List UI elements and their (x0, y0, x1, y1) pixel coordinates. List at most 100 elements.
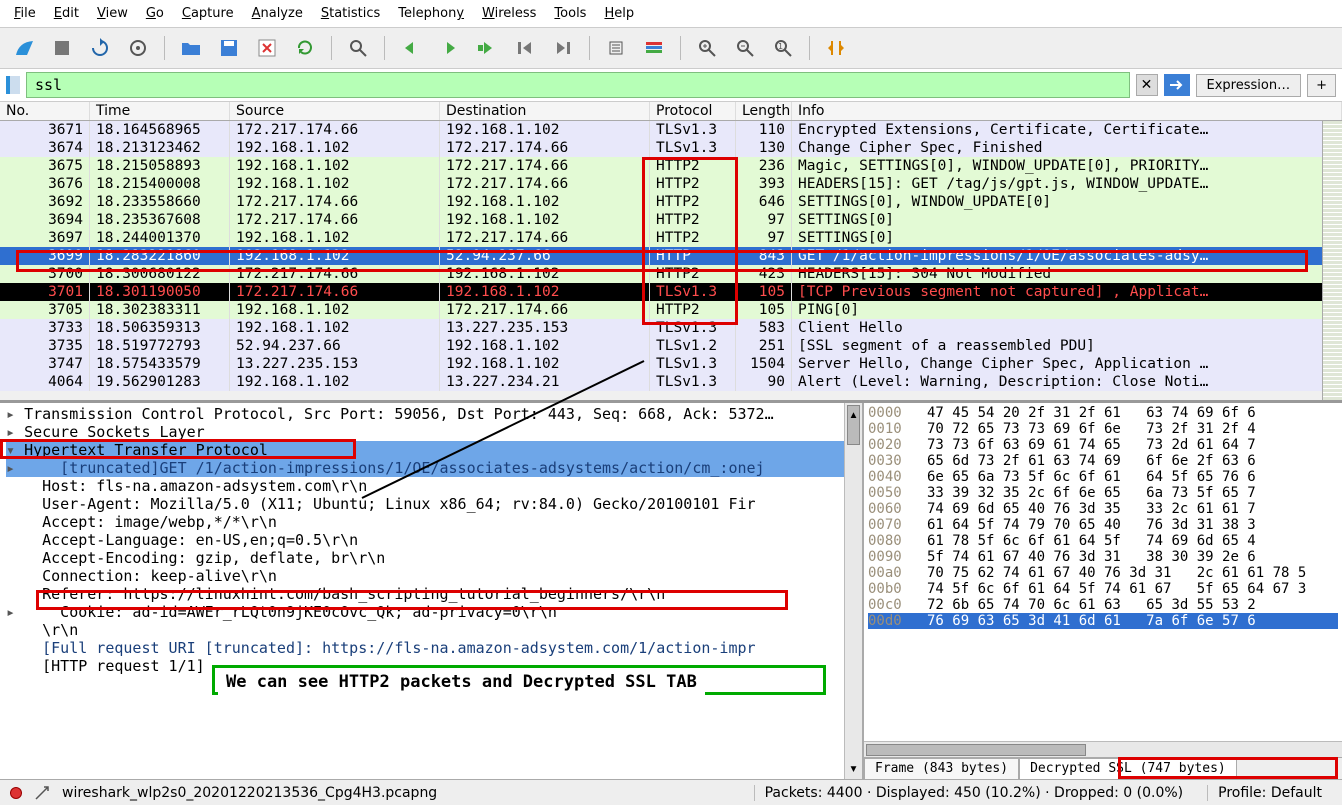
zoom-out-icon[interactable] (731, 34, 759, 62)
table-row[interactable]: 369418.235367608172.217.174.66192.168.1.… (0, 211, 1342, 229)
detail-referer: Referer: https://linuxhint.com/bash_scri… (6, 585, 856, 603)
hex-row[interactable]: 0080 61 78 5f 6c 6f 61 64 5f 74 69 6d 65… (868, 533, 1338, 549)
packet-bytes-pane[interactable]: 0000 47 45 54 20 2f 31 2f 61 63 74 69 6f… (864, 403, 1342, 779)
save-icon[interactable] (215, 34, 243, 62)
packet-list-pane: No. Time Source Destination Protocol Len… (0, 102, 1342, 402)
detail-ssl[interactable]: Secure Sockets Layer (6, 423, 856, 441)
expert-info-icon[interactable] (34, 785, 50, 801)
hex-row[interactable]: 0090 5f 74 61 67 40 76 3d 31 38 30 39 2e… (868, 549, 1338, 565)
lower-panes: Transmission Control Protocol, Src Port:… (0, 402, 1342, 779)
table-row[interactable]: 369718.244001370192.168.1.102172.217.174… (0, 229, 1342, 247)
detail-cookie[interactable]: Cookie: ad-id=AWEr_rLQt0n9jKE0cOvc_Qk; a… (6, 603, 856, 621)
hex-row[interactable]: 0060 74 69 6d 65 40 76 3d 35 33 2c 61 61… (868, 501, 1338, 517)
status-bar: wireshark_wlp2s0_20201220213536_Cpg4H3.p… (0, 779, 1342, 805)
tab-decrypted-ssl[interactable]: Decrypted SSL (747 bytes) (1019, 758, 1237, 779)
hex-row[interactable]: 00b0 74 5f 6c 6f 61 64 5f 74 61 67 5f 65… (868, 581, 1338, 597)
detail-accept: Accept: image/webp,*/*\r\n (6, 513, 856, 531)
col-time[interactable]: Time (90, 102, 230, 120)
table-row[interactable]: 374718.57543357913.227.235.153192.168.1.… (0, 355, 1342, 373)
menu-capture[interactable]: Capture (182, 6, 234, 21)
menu-tools[interactable]: Tools (554, 6, 586, 21)
open-icon[interactable] (177, 34, 205, 62)
detail-conn: Connection: keep-alive\r\n (6, 567, 856, 585)
status-profile[interactable]: Profile: Default (1207, 785, 1332, 801)
colorize-icon[interactable] (640, 34, 668, 62)
detail-http[interactable]: Hypertext Transfer Protocol (6, 441, 856, 459)
detail-tcp[interactable]: Transmission Control Protocol, Src Port:… (6, 405, 856, 423)
hex-row[interactable]: 0050 33 39 32 35 2c 6f 6e 65 6a 73 5f 65… (868, 485, 1338, 501)
hex-row[interactable]: 00d0 76 69 63 65 3d 41 6d 61 7a 6f 6e 57… (868, 613, 1338, 629)
details-scrollbar[interactable]: ▴▾ (844, 403, 862, 779)
menu-statistics[interactable]: Statistics (321, 6, 380, 21)
shark-fin-icon[interactable] (10, 34, 38, 62)
go-forward-icon[interactable] (435, 34, 463, 62)
display-filter-bar: ✕ Expression… + (0, 69, 1342, 102)
col-destination[interactable]: Destination (440, 102, 650, 120)
menu-file[interactable]: FFileile (14, 6, 36, 21)
hex-row[interactable]: 00a0 70 75 62 74 61 67 40 76 3d 31 2c 61… (868, 565, 1338, 581)
col-no[interactable]: No. (0, 102, 90, 120)
capture-indicator-icon[interactable] (10, 787, 22, 799)
zoom-in-icon[interactable] (693, 34, 721, 62)
packet-list-header[interactable]: No. Time Source Destination Protocol Len… (0, 102, 1342, 121)
table-row[interactable]: 406419.562901283192.168.1.10213.227.234.… (0, 373, 1342, 391)
table-row[interactable]: 367518.215058893192.168.1.102172.217.174… (0, 157, 1342, 175)
menu-telephony[interactable]: Telephony (398, 6, 464, 21)
menu-edit[interactable]: Edit (54, 6, 79, 21)
autoscroll-icon[interactable] (602, 34, 630, 62)
detail-fulluri: [Full request URI [truncated]: https://f… (6, 639, 856, 657)
go-last-icon[interactable] (549, 34, 577, 62)
reload-icon[interactable] (291, 34, 319, 62)
hex-h-scrollbar[interactable] (864, 741, 1342, 757)
detail-get[interactable]: [truncated]GET /1/action-impressions/1/O… (6, 459, 856, 477)
table-row[interactable]: 370518.302383311192.168.1.102172.217.174… (0, 301, 1342, 319)
hex-row[interactable]: 0020 73 73 6f 63 69 61 74 65 73 2d 61 64… (868, 437, 1338, 453)
zoom-reset-icon[interactable]: 1 (769, 34, 797, 62)
table-row[interactable]: 367618.215400008192.168.1.102172.217.174… (0, 175, 1342, 193)
menu-view[interactable]: View (97, 6, 128, 21)
table-row[interactable]: 373318.506359313192.168.1.10213.227.235.… (0, 319, 1342, 337)
display-filter-input[interactable] (26, 72, 1130, 98)
go-back-icon[interactable] (397, 34, 425, 62)
stop-icon[interactable] (48, 34, 76, 62)
filter-clear-button[interactable]: ✕ (1136, 74, 1158, 96)
table-row[interactable]: 370118.301190050172.217.174.66192.168.1.… (0, 283, 1342, 301)
packet-details-pane[interactable]: Transmission Control Protocol, Src Port:… (0, 403, 864, 779)
table-row[interactable]: 373518.51977279352.94.237.66192.168.1.10… (0, 337, 1342, 355)
packet-minimap[interactable] (1322, 121, 1342, 400)
go-first-icon[interactable] (511, 34, 539, 62)
hex-row[interactable]: 0010 70 72 65 73 73 69 6f 6e 73 2f 31 2f… (868, 421, 1338, 437)
options-icon[interactable] (124, 34, 152, 62)
main-toolbar: 1 (0, 28, 1342, 69)
menu-wireless[interactable]: Wireless (482, 6, 536, 21)
bookmark-icon[interactable] (6, 76, 20, 94)
add-filter-button[interactable]: + (1307, 74, 1336, 97)
find-icon[interactable] (344, 34, 372, 62)
tab-frame[interactable]: Frame (843 bytes) (864, 758, 1019, 779)
restart-icon[interactable] (86, 34, 114, 62)
col-length[interactable]: Length (736, 102, 792, 120)
expression-button[interactable]: Expression… (1196, 74, 1302, 97)
col-info[interactable]: Info (792, 102, 1342, 120)
hex-row[interactable]: 0000 47 45 54 20 2f 31 2f 61 63 74 69 6f… (868, 405, 1338, 421)
table-row[interactable]: 369218.233558660172.217.174.66192.168.1.… (0, 193, 1342, 211)
menu-go[interactable]: Go (146, 6, 164, 21)
close-icon[interactable] (253, 34, 281, 62)
col-protocol[interactable]: Protocol (650, 102, 736, 120)
filter-apply-button[interactable] (1164, 74, 1190, 96)
menu-help[interactable]: Help (604, 6, 634, 21)
hex-row[interactable]: 0070 61 64 5f 74 79 70 65 40 76 3d 31 38… (868, 517, 1338, 533)
hex-row[interactable]: 0030 65 6d 73 2f 61 63 74 69 6f 6e 2f 63… (868, 453, 1338, 469)
table-row[interactable]: 369918.283221860192.168.1.10252.94.237.6… (0, 247, 1342, 265)
hex-row[interactable]: 00c0 72 6b 65 74 70 6c 61 63 65 3d 55 53… (868, 597, 1338, 613)
hex-row[interactable]: 0040 6e 65 6a 73 5f 6c 6f 61 64 5f 65 76… (868, 469, 1338, 485)
menu-analyze[interactable]: Analyze (252, 6, 303, 21)
table-row[interactable]: 367418.213123462192.168.1.102172.217.174… (0, 139, 1342, 157)
table-row[interactable]: 367118.164568965172.217.174.66192.168.1.… (0, 121, 1342, 139)
detail-ua: User-Agent: Mozilla/5.0 (X11; Ubuntu; Li… (6, 495, 856, 513)
packet-list-body[interactable]: 367118.164568965172.217.174.66192.168.1.… (0, 121, 1342, 400)
resize-columns-icon[interactable] (822, 34, 850, 62)
col-source[interactable]: Source (230, 102, 440, 120)
table-row[interactable]: 370018.300680122172.217.174.66192.168.1.… (0, 265, 1342, 283)
go-to-icon[interactable] (473, 34, 501, 62)
